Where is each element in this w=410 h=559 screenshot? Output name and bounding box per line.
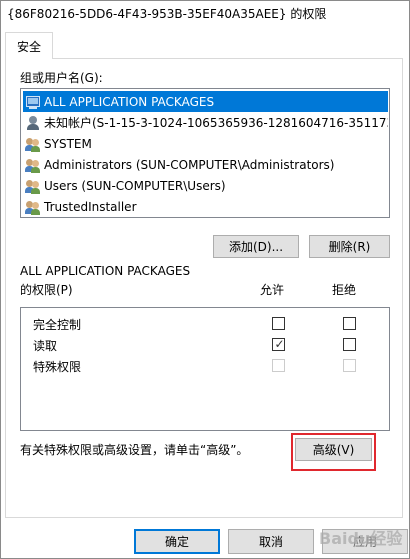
list-item[interactable]: 未知帐户(S-1-15-3-1024-1065365936-1281604716… xyxy=(23,112,388,133)
security-tab-panel: 组或用户名(G): ALL APPLICATION PACKAGES 未知帐户(… xyxy=(5,58,403,518)
tab-security-label: 安全 xyxy=(16,39,41,54)
list-item-label: SYSTEM xyxy=(44,136,92,151)
cancel-button[interactable]: 取消 xyxy=(228,529,314,554)
advanced-hint: 有关特殊权限或高级设置，请单击“高级”。 xyxy=(20,443,249,457)
tab-security[interactable]: 安全 xyxy=(5,32,53,59)
title-bar: {86F80216-5DD6-4F43-953B-35EF40A35AEE} 的… xyxy=(1,1,409,25)
unknown-account-icon xyxy=(25,115,41,131)
permissions-subject: ALL APPLICATION PACKAGES xyxy=(20,264,191,278)
tab-strip: 安全 xyxy=(1,32,409,59)
permission-name: 完全控制 xyxy=(33,318,82,332)
deny-full-control-checkbox[interactable] xyxy=(343,317,356,330)
users-icon xyxy=(25,199,41,215)
groups-listbox[interactable]: ALL APPLICATION PACKAGES 未知帐户(S-1-15-3-1… xyxy=(20,88,390,218)
list-item-label: Users (SUN-COMPUTER\Users) xyxy=(44,178,226,193)
window-title: {86F80216-5DD6-4F43-953B-35EF40A35AEE} 的… xyxy=(7,6,327,21)
list-item[interactable]: TrustedInstaller xyxy=(23,196,388,217)
ok-button[interactable]: 确定 xyxy=(134,529,220,554)
users-icon xyxy=(25,157,41,173)
apply-button[interactable]: 应用 xyxy=(322,529,408,554)
list-item[interactable]: Users (SUN-COMPUTER\Users) xyxy=(23,175,388,196)
list-item[interactable]: ALL APPLICATION PACKAGES xyxy=(23,91,388,112)
permission-row: 特殊权限 xyxy=(21,356,389,376)
allow-read-checkbox[interactable]: ✓ xyxy=(272,337,285,351)
users-icon xyxy=(25,136,41,152)
permissions-label: 的权限(P) xyxy=(20,283,73,297)
deny-column-header: 拒绝 xyxy=(332,283,357,297)
add-button[interactable]: 添加(D)... xyxy=(213,235,299,258)
checkmark-icon: ✓ xyxy=(274,337,285,351)
permissions-dialog: {86F80216-5DD6-4F43-953B-35EF40A35AEE} 的… xyxy=(0,0,410,559)
allow-column-header: 允许 xyxy=(260,283,285,297)
deny-special-checkbox xyxy=(343,359,356,372)
permissions-list: 完全控制 读取 ✓ 特殊权限 xyxy=(20,307,390,431)
list-item[interactable]: Administrators (SUN-COMPUTER\Administrat… xyxy=(23,154,388,175)
deny-read-checkbox[interactable] xyxy=(343,338,356,351)
list-item-label: ALL APPLICATION PACKAGES xyxy=(44,94,215,109)
list-item-label: Administrators (SUN-COMPUTER\Administrat… xyxy=(44,157,335,172)
permission-name: 读取 xyxy=(33,339,58,353)
highlight-box xyxy=(291,433,376,471)
permission-name: 特殊权限 xyxy=(33,360,82,374)
permission-row: 读取 ✓ xyxy=(21,335,389,355)
users-icon xyxy=(25,178,41,194)
allow-special-checkbox xyxy=(272,359,285,372)
groups-label: 组或用户名(G): xyxy=(20,71,103,85)
package-icon xyxy=(25,94,41,110)
remove-button[interactable]: 删除(R) xyxy=(309,235,390,258)
allow-full-control-checkbox[interactable] xyxy=(272,317,285,330)
list-item[interactable]: SYSTEM xyxy=(23,133,388,154)
permission-row: 完全控制 xyxy=(21,314,389,334)
list-item-label: TrustedInstaller xyxy=(44,199,137,214)
list-item-label: 未知帐户(S-1-15-3-1024-1065365936-1281604716… xyxy=(44,116,388,130)
